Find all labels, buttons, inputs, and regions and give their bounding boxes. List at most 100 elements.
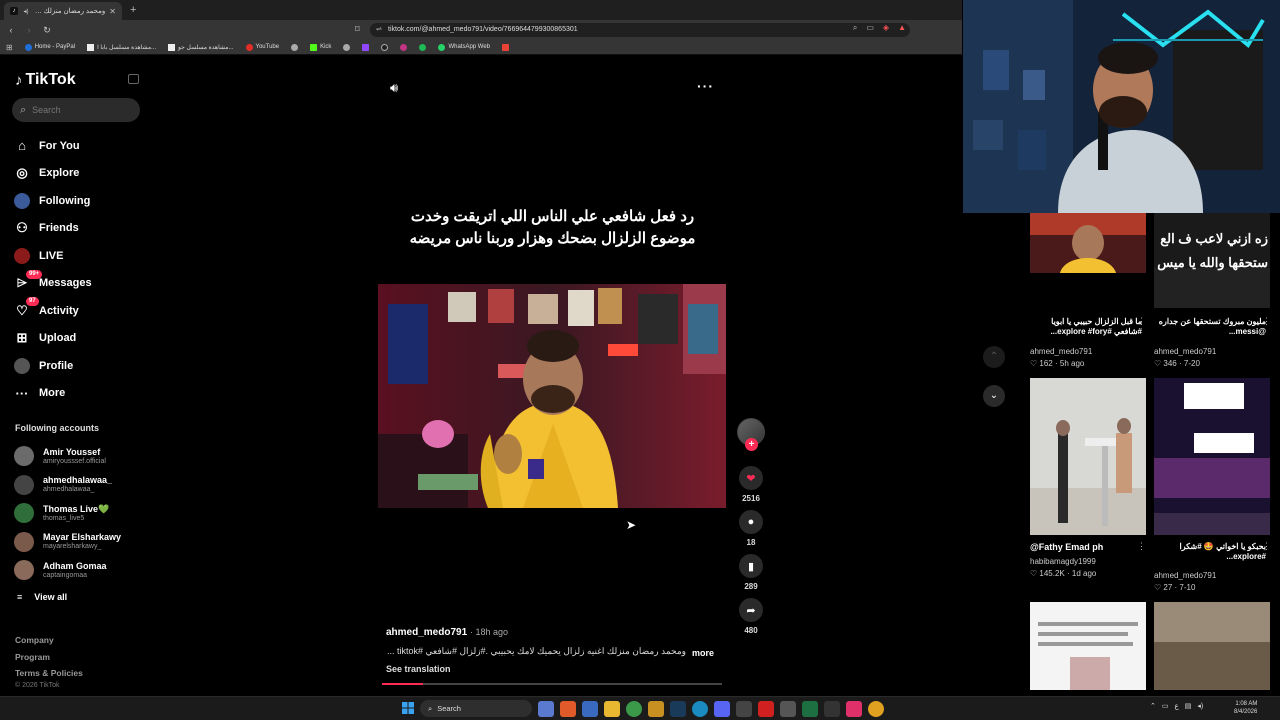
chrome-icon[interactable]: [868, 701, 884, 717]
excel-icon[interactable]: [802, 701, 818, 717]
bookmark-instagram[interactable]: [400, 43, 408, 51]
tray-app-icon[interactable]: ▭: [1162, 702, 1169, 710]
account-item[interactable]: Amir Youssef amiryousssef.official: [14, 442, 121, 471]
card-title[interactable]: مليون مبروك تستحقها عن جداره @messi...: [1154, 317, 1266, 339]
card-title[interactable]: @Fathy Emad ph: [1030, 542, 1142, 552]
previous-video-button[interactable]: ⌃: [983, 346, 1005, 368]
bookmark-whatsapp[interactable]: WhatsApp Web: [438, 43, 490, 51]
card-title[interactable]: بحبكو يا اخواتي 🤩 #شكرا #explore...: [1154, 542, 1267, 564]
see-translation-link[interactable]: See translation: [386, 664, 451, 674]
bookmark-star-icon[interactable]: ⌑: [355, 24, 360, 35]
video-progress-bar[interactable]: [382, 683, 722, 685]
bookmark-tiktok[interactable]: [381, 43, 389, 51]
card-title[interactable]: ما قبل الزلزال حبيبي يا ابويا #شافعي #ex…: [1030, 317, 1142, 339]
nav-messages[interactable]: ⌲ 99+ Messages: [14, 269, 92, 298]
chrome-icon[interactable]: [626, 701, 642, 717]
volume-tray-icon[interactable]: ◂): [1197, 702, 1203, 710]
save-button[interactable]: ▮: [739, 554, 763, 578]
creator-avatar[interactable]: +: [737, 418, 765, 451]
reload-icon[interactable]: ↻: [40, 25, 54, 36]
more-options-icon[interactable]: ···: [697, 78, 714, 94]
discord-icon[interactable]: [714, 701, 730, 717]
taskbar-clock[interactable]: 1:08 AM 8/4/2026: [1234, 700, 1257, 716]
app-icon[interactable]: [736, 701, 752, 717]
forward-icon[interactable]: ›: [22, 25, 36, 35]
bookmark-kick[interactable]: Kick: [310, 43, 331, 51]
footer-company-link[interactable]: Company: [15, 632, 83, 649]
grid-thumbnail[interactable]: [1030, 213, 1146, 273]
store-icon[interactable]: [582, 701, 598, 717]
network-icon[interactable]: ▤: [1185, 702, 1192, 710]
card-author[interactable]: ahmed_medo791: [1030, 347, 1092, 356]
description-more-link[interactable]: more: [692, 648, 714, 658]
tiktok-icon[interactable]: [846, 701, 862, 717]
card-menu-icon[interactable]: ⋮: [1262, 316, 1271, 327]
shield-icon[interactable]: ◈: [883, 23, 889, 33]
url-field[interactable]: ⇌ tiktok.com/@ahmed_medo791/video/766964…: [370, 23, 910, 37]
grid-thumbnail[interactable]: [1154, 602, 1270, 690]
cast-icon[interactable]: ▭: [866, 23, 874, 33]
bookmark-globe-2[interactable]: [343, 43, 351, 51]
new-tab-icon[interactable]: +: [130, 4, 136, 16]
card-author[interactable]: ahmed_medo791: [1154, 571, 1216, 580]
bookmark-series-1[interactable]: مشاهدة مسلسل بابا ا...: [87, 43, 156, 51]
bookmark-paypal[interactable]: Home - PayPal: [24, 43, 75, 51]
brave-browser-icon[interactable]: [560, 701, 576, 717]
card-author[interactable]: habibamagdy1999: [1030, 557, 1096, 566]
like-button[interactable]: ❤: [739, 466, 763, 490]
nav-friends[interactable]: ⚇ Friends: [14, 215, 92, 243]
nav-explore[interactable]: ◎ Explore: [14, 160, 92, 188]
view-all-link[interactable]: ≡ View all: [17, 592, 67, 602]
windows-start-icon[interactable]: [402, 702, 414, 714]
bookmark-twitch[interactable]: [362, 43, 370, 51]
grid-thumbnail[interactable]: زه ازني لاعب ف الع ستحقها والله يا ميس: [1154, 213, 1270, 308]
account-item[interactable]: Thomas Live💚 thomas_live5: [14, 499, 121, 528]
bookmark-globe[interactable]: [291, 43, 299, 51]
language-icon[interactable]: ع: [1175, 702, 1179, 710]
account-item[interactable]: ahmedhalawaa_ ahmedhalawaa_: [14, 471, 121, 500]
grid-thumbnail[interactable]: [1154, 378, 1270, 535]
grid-thumbnail[interactable]: [1030, 602, 1146, 690]
footer-program-link[interactable]: Program: [15, 649, 83, 666]
collapse-sidebar-icon[interactable]: [128, 74, 139, 84]
app-icon[interactable]: [824, 701, 840, 717]
bookmark-youtube[interactable]: YouTube: [245, 43, 279, 51]
browser-tab[interactable]: ♪ ◂) ومحمد رمضان منزلك اغنيه زلزال ✕: [4, 2, 122, 20]
acrobat-icon[interactable]: [758, 701, 774, 717]
follow-plus-icon[interactable]: +: [745, 438, 758, 451]
share-button[interactable]: ➦: [739, 598, 763, 622]
back-icon[interactable]: ‹: [4, 25, 18, 35]
close-tab-icon[interactable]: ✕: [109, 7, 116, 16]
app-icon[interactable]: [648, 701, 664, 717]
steam-icon[interactable]: [670, 701, 686, 717]
nav-upload[interactable]: ⊞ Upload: [14, 325, 92, 353]
account-item[interactable]: Adham Gomaa captaingomaa: [14, 556, 121, 585]
edge-icon[interactable]: [692, 701, 708, 717]
search-box[interactable]: ⌕: [12, 98, 140, 122]
bookmark-gmail[interactable]: [502, 43, 510, 51]
grid-thumbnail[interactable]: [1030, 378, 1146, 535]
taskbar-search[interactable]: ⌕ Search: [420, 700, 532, 717]
apps-grid-icon[interactable]: ⊞: [6, 43, 13, 52]
site-info-icon[interactable]: ⇌: [376, 23, 382, 37]
footer-terms-link[interactable]: Terms & Policies: [15, 665, 83, 682]
nav-profile[interactable]: Profile: [14, 352, 92, 380]
tiktok-logo[interactable]: ♪ TikTok: [15, 71, 76, 89]
nav-following[interactable]: Following: [14, 187, 92, 215]
bookmark-spotify[interactable]: [419, 43, 427, 51]
nav-activity[interactable]: ♡ 97 Activity: [14, 297, 92, 325]
copilot-icon[interactable]: [538, 701, 554, 717]
card-menu-icon[interactable]: ⋮: [1262, 541, 1271, 552]
next-video-button[interactable]: ⌄: [983, 385, 1005, 407]
nav-for-you[interactable]: ⌂ For You: [14, 132, 92, 160]
volume-icon[interactable]: 🔊︎: [390, 80, 398, 96]
bookmark-series-2[interactable]: مشاهدة مسلسل جو...: [168, 43, 234, 51]
zoom-icon[interactable]: ⌕: [853, 23, 857, 33]
card-menu-icon[interactable]: ⋮: [1137, 541, 1146, 552]
nav-live[interactable]: LIVE: [14, 242, 92, 270]
search-input[interactable]: [32, 105, 123, 115]
tray-chevron-icon[interactable]: ⌃: [1150, 702, 1156, 710]
author-name[interactable]: ahmed_medo791: [386, 627, 467, 638]
rewards-icon[interactable]: ▲: [898, 23, 906, 33]
video-frame[interactable]: [378, 284, 726, 508]
